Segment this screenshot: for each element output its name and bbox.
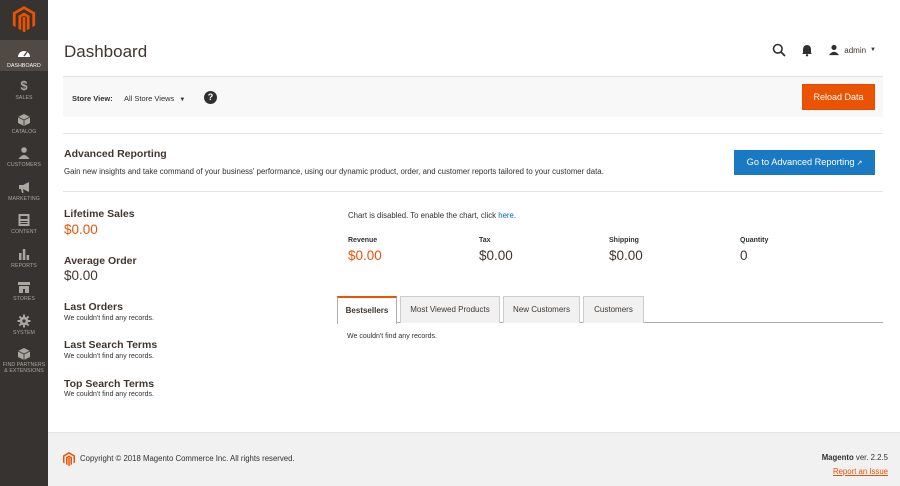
sidebar-item-label: SYSTEM xyxy=(13,330,35,336)
megaphone-icon xyxy=(19,182,29,193)
dashboard-icon xyxy=(18,51,30,57)
sidebar-item-content[interactable]: CONTENT xyxy=(0,213,48,241)
store-view-select[interactable]: All Store Views ▼ xyxy=(124,94,185,103)
total-label: Tax xyxy=(479,237,491,244)
tab-bestsellers[interactable]: Bestsellers xyxy=(337,296,397,324)
sidebar-item-label: MARKETING xyxy=(8,196,40,202)
last-search-terms-empty: We couldn't find any records. xyxy=(64,353,154,360)
copyright-text: Copyright © 2018 Magento Commerce Inc. A… xyxy=(80,454,295,463)
content-icon xyxy=(18,214,30,226)
search-icon[interactable] xyxy=(772,43,786,57)
users-icon xyxy=(18,147,30,159)
page-title: Dashboard xyxy=(64,42,148,61)
bell-icon[interactable] xyxy=(800,43,814,57)
advanced-reporting-description: Gain new insights and take command of yo… xyxy=(64,167,604,176)
store-view-label: Store View: xyxy=(72,94,113,103)
gear-icon xyxy=(17,314,31,328)
report-issue-link[interactable]: Report an Issue xyxy=(833,467,888,476)
sidebar-item-dashboard[interactable]: DASHBOARD xyxy=(0,40,48,71)
average-order-value: $0.00 xyxy=(64,268,98,283)
store-icon xyxy=(18,282,30,293)
admin-username: admin xyxy=(844,45,867,55)
version-info: Magento ver. 2.2.5 xyxy=(822,453,888,462)
sidebar-item-label: CUSTOMERS xyxy=(7,162,41,168)
magento-logo[interactable] xyxy=(12,6,36,32)
chart-disabled-message: Chart is disabled. To enable the chart, … xyxy=(348,211,516,220)
cube-icon xyxy=(17,114,31,126)
tab-content-empty: We couldn't find any records. xyxy=(347,333,437,340)
sidebar-item-label: CONTENT xyxy=(11,229,37,235)
header-actions: admin ▼ xyxy=(772,41,876,59)
top-search-terms-empty: We couldn't find any records. xyxy=(64,391,154,398)
sidebar-item-catalog[interactable]: CATALOG xyxy=(0,113,48,141)
total-label: Shipping xyxy=(609,237,639,244)
go-to-advanced-reporting-button[interactable]: Go to Advanced Reporting ↗ xyxy=(734,150,875,175)
sidebar-item-label: REPORTS xyxy=(11,263,37,269)
total-label: Revenue xyxy=(348,237,378,244)
lifetime-sales-title: Lifetime Sales xyxy=(64,208,135,220)
average-order-title: Average Order xyxy=(64,255,137,267)
total-shipping: Shipping $0.00 xyxy=(609,237,643,263)
lifetime-sales-value: $0.00 xyxy=(64,222,98,237)
enable-chart-link[interactable]: here xyxy=(498,211,514,220)
external-link-icon: ↗ xyxy=(856,160,863,167)
sidebar: DASHBOARD $ SALES CATALOG CUSTOMERS MARK… xyxy=(0,0,48,486)
dashboard-tabs: Bestsellers Most Viewed Products New Cus… xyxy=(337,296,883,324)
store-view-value: All Store Views xyxy=(124,94,175,103)
divider xyxy=(63,191,883,192)
reload-data-button[interactable]: Reload Data xyxy=(802,84,875,110)
box-icon xyxy=(17,348,31,360)
top-search-terms-title: Top Search Terms xyxy=(64,378,155,390)
footer: Copyright © 2018 Magento Commerce Inc. A… xyxy=(48,432,900,486)
advanced-reporting-title: Advanced Reporting xyxy=(64,148,167,160)
sidebar-item-marketing[interactable]: MARKETING xyxy=(0,180,48,208)
tab-new-customers[interactable]: New Customers xyxy=(503,296,580,323)
total-tax: Tax $0.00 xyxy=(479,237,513,263)
admin-user-menu[interactable]: admin ▼ xyxy=(828,44,876,56)
sidebar-item-system[interactable]: SYSTEM xyxy=(0,314,48,342)
total-revenue: Revenue $0.00 xyxy=(348,237,382,263)
bar-chart-icon xyxy=(19,249,30,260)
total-value: $0.00 xyxy=(348,248,382,263)
divider xyxy=(63,133,883,134)
store-switcher-bar: Store View: All Store Views ▼ ? Reload Da… xyxy=(63,76,883,117)
total-quantity: Quantity 0 xyxy=(740,237,768,263)
main-content: Dashboard admin ▼ Store View: All Store … xyxy=(48,0,900,486)
sidebar-item-label: STORES xyxy=(13,296,35,302)
chart-message-text: Chart is disabled. To enable the chart, … xyxy=(348,211,497,220)
total-value: $0.00 xyxy=(609,248,643,263)
sidebar-item-label: CATALOG xyxy=(11,129,37,135)
total-label: Quantity xyxy=(740,237,769,244)
help-icon[interactable]: ? xyxy=(204,91,217,104)
chart-message-period: . xyxy=(513,211,517,220)
total-value: 0 xyxy=(740,248,748,263)
magento-logo-icon xyxy=(63,452,75,466)
tab-most-viewed-products[interactable]: Most Viewed Products xyxy=(400,296,500,323)
last-orders-empty: We couldn't find any records. xyxy=(64,315,154,322)
sidebar-item-label-2: & EXTENSIONS xyxy=(4,368,44,374)
last-search-terms-title: Last Search Terms xyxy=(64,339,158,351)
sidebar-item-find-partners[interactable]: FIND PARTNERS & EXTENSIONS xyxy=(0,347,48,377)
sidebar-item-customers[interactable]: CUSTOMERS xyxy=(0,146,48,174)
version-number: ver. 2.2.5 xyxy=(853,453,888,462)
sidebar-item-label: SALES xyxy=(15,95,33,101)
sidebar-item-reports[interactable]: REPORTS xyxy=(0,247,48,275)
last-orders-title: Last Orders xyxy=(64,301,123,313)
dollar-icon: $ xyxy=(20,78,28,93)
sidebar-item-label: DASHBOARD xyxy=(7,63,41,69)
chevron-down-icon: ▼ xyxy=(179,97,186,103)
tab-customers[interactable]: Customers xyxy=(583,296,644,323)
chevron-down-icon: ▼ xyxy=(870,47,876,53)
sidebar-item-stores[interactable]: STORES xyxy=(0,280,48,308)
user-icon xyxy=(829,44,840,56)
total-value: $0.00 xyxy=(479,248,513,263)
sidebar-item-sales[interactable]: $ SALES xyxy=(0,79,48,107)
button-label: Go to Advanced Reporting xyxy=(746,157,855,167)
brand-name: Magento xyxy=(821,453,854,462)
